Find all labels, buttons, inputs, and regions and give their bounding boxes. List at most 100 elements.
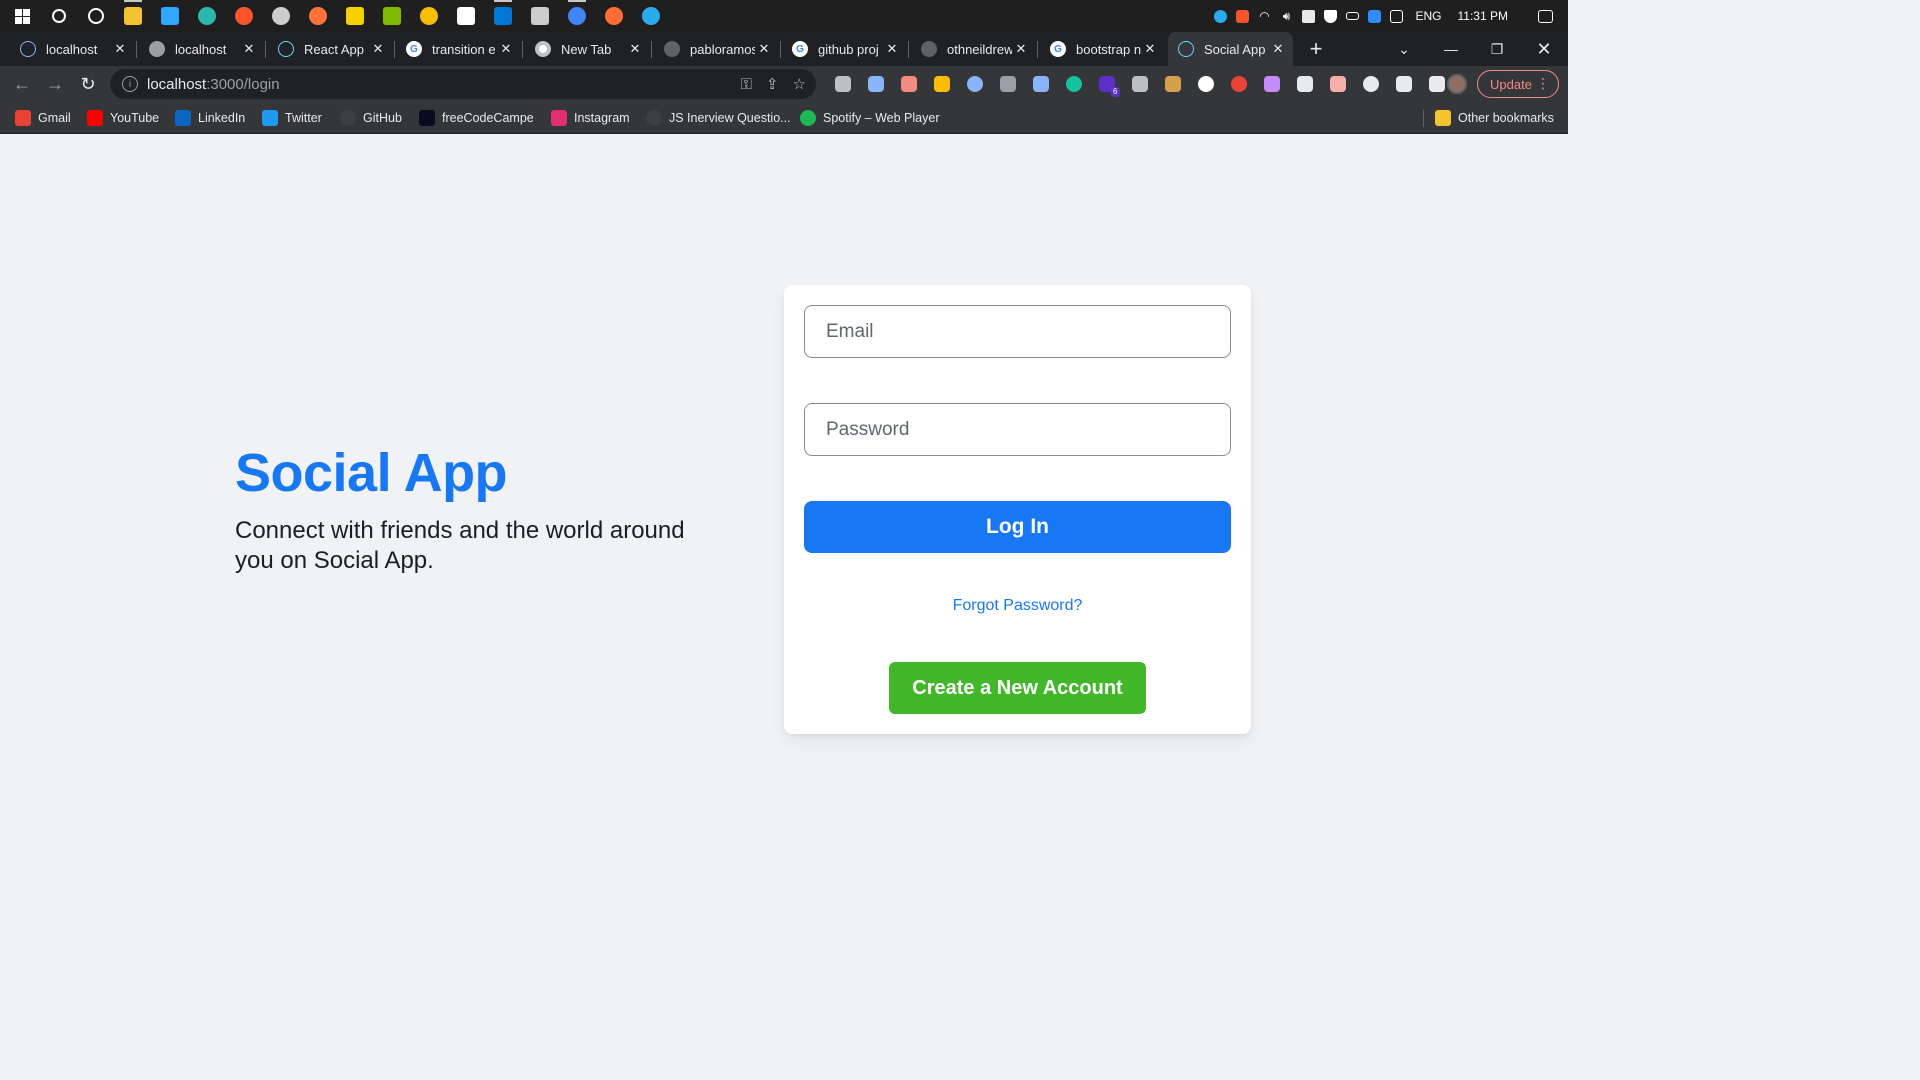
c-icon[interactable]: [958, 66, 991, 102]
grammarly-icon[interactable]: [1057, 66, 1090, 102]
bookmark-github[interactable]: GitHub: [340, 102, 402, 134]
email-input[interactable]: [804, 305, 1231, 358]
display-icon[interactable]: [1386, 0, 1408, 32]
telegram-tray-icon[interactable]: [1210, 0, 1232, 32]
chrome-icon[interactable]: [414, 0, 444, 32]
notion-icon[interactable]: [451, 0, 481, 32]
brave-tray-icon[interactable]: [1232, 0, 1254, 32]
tab-4[interactable]: New Tab ✕: [525, 32, 650, 66]
bookmark-js-inerview-questio[interactable]: JS Inerview Questio...: [646, 102, 791, 134]
calendar-icon[interactable]: [1321, 66, 1354, 102]
tab-6[interactable]: Ggithub proj ✕: [782, 32, 907, 66]
tab-0[interactable]: localhost ✕: [10, 32, 135, 66]
tab-1[interactable]: localhost ✕: [139, 32, 264, 66]
bookmark-linkedin[interactable]: LinkedIn: [175, 102, 245, 134]
tab-3[interactable]: Gtransition e ✕: [396, 32, 521, 66]
chrome-dev-icon[interactable]: [562, 0, 592, 32]
brave-icon[interactable]: [229, 0, 259, 32]
bookmark-gmail[interactable]: Gmail: [15, 102, 71, 134]
bookmark-twitter[interactable]: Twitter: [262, 102, 322, 134]
sticky-notes-icon[interactable]: [340, 0, 370, 32]
notifications-icon[interactable]: [1522, 0, 1568, 32]
share-icon[interactable]: ⇪: [766, 75, 779, 93]
tab-close-icon[interactable]: ✕: [1269, 41, 1287, 57]
password-input[interactable]: [804, 403, 1231, 456]
file-explorer-icon[interactable]: [118, 0, 148, 32]
tab-close-icon[interactable]: ✕: [111, 41, 129, 57]
minimize-button[interactable]: —: [1428, 32, 1474, 66]
slack-tray-icon[interactable]: [1298, 0, 1320, 32]
postman-icon[interactable]: [599, 0, 629, 32]
tab-close-icon[interactable]: ✕: [1141, 41, 1159, 57]
tab-close-icon[interactable]: ✕: [755, 41, 773, 57]
tab-8[interactable]: Gbootstrap n ✕: [1040, 32, 1165, 66]
forward-button[interactable]: →: [41, 70, 69, 98]
feather-icon[interactable]: [1255, 66, 1288, 102]
language-indicator[interactable]: ENG: [1416, 9, 1442, 23]
login-button[interactable]: Log In: [804, 501, 1231, 553]
bookmark-star-icon[interactable]: ☆: [793, 75, 806, 93]
tab-5[interactable]: pabloramos ✕: [654, 32, 779, 66]
tab-close-icon[interactable]: ✕: [1012, 41, 1030, 57]
camera-icon[interactable]: [826, 66, 859, 102]
site-info-icon[interactable]: i: [122, 76, 138, 92]
windows-taskbar: ◠ 🔊︎ ENG 11:31 PM: [0, 0, 1568, 32]
bookmark-freecodecampe[interactable]: freeCodeCampe: [419, 102, 534, 134]
edge-icon[interactable]: [192, 0, 222, 32]
wifi-icon[interactable]: ◠: [1254, 0, 1276, 32]
battery-icon[interactable]: [1342, 0, 1364, 32]
code-icon[interactable]: [892, 66, 925, 102]
cortana-icon[interactable]: [81, 0, 111, 32]
other-bookmarks[interactable]: Other bookmarks: [1435, 102, 1554, 134]
profile-avatar[interactable]: [1447, 74, 1467, 94]
extensions-puzzle-icon[interactable]: [1387, 66, 1420, 102]
obs-icon[interactable]: [266, 0, 296, 32]
red-hand-icon[interactable]: [1222, 66, 1255, 102]
tab-close-icon[interactable]: ✕: [883, 41, 901, 57]
notepad-icon[interactable]: [377, 0, 407, 32]
bookmark-youtube[interactable]: YouTube: [87, 102, 159, 134]
tab-7[interactable]: othneildrew ✕: [911, 32, 1036, 66]
tab-close-icon[interactable]: ✕: [626, 41, 644, 57]
tab-9[interactable]: Social App ✕: [1168, 32, 1293, 66]
update-button[interactable]: Update ⋮: [1477, 70, 1559, 98]
tab-search-icon[interactable]: ⌄: [1381, 32, 1427, 66]
reload-button[interactable]: ↻: [74, 70, 102, 98]
pen-icon[interactable]: [1024, 66, 1057, 102]
search-icon[interactable]: [44, 0, 74, 32]
telegram-icon[interactable]: [636, 0, 666, 32]
windows-start-icon[interactable]: [7, 0, 37, 32]
tab-close-icon[interactable]: ✕: [497, 41, 515, 57]
new-tab-button[interactable]: +: [1303, 32, 1329, 66]
droplet-icon[interactable]: [1288, 66, 1321, 102]
color-wheel-icon[interactable]: [925, 66, 958, 102]
zoom-tray-icon[interactable]: [1364, 0, 1386, 32]
defender-icon[interactable]: [1320, 0, 1342, 32]
forgot-password-link[interactable]: Forgot Password?: [784, 597, 1251, 615]
tab-close-icon[interactable]: ✕: [240, 41, 258, 57]
puzzle-badge-icon[interactable]: 6: [1090, 66, 1123, 102]
photoshop-icon[interactable]: [155, 0, 185, 32]
bottle-icon[interactable]: [991, 66, 1024, 102]
brand-title: Social App: [235, 443, 508, 503]
address-bar[interactable]: i localhost:3000/login ⚿ ⇪ ☆: [110, 69, 816, 99]
vscode-icon[interactable]: [488, 0, 518, 32]
n-icon[interactable]: [1156, 66, 1189, 102]
bookmark-instagram[interactable]: Instagram: [551, 102, 630, 134]
restore-button[interactable]: ❐: [1474, 32, 1520, 66]
terminal-icon[interactable]: [525, 0, 555, 32]
create-account-button[interactable]: Create a New Account: [889, 662, 1146, 714]
key-icon[interactable]: ⚿: [741, 76, 752, 93]
download-icon[interactable]: [859, 66, 892, 102]
font-icon[interactable]: [1123, 66, 1156, 102]
bookmark-spotify-web-player[interactable]: Spotify – Web Player: [800, 102, 940, 134]
target-icon[interactable]: [1354, 66, 1387, 102]
back-button[interactable]: ←: [8, 70, 36, 98]
tab-2[interactable]: React App ✕: [268, 32, 393, 66]
firefox-icon[interactable]: [303, 0, 333, 32]
circle-icon[interactable]: [1189, 66, 1222, 102]
close-window-button[interactable]: ✕: [1521, 32, 1567, 66]
volume-icon[interactable]: 🔊︎: [1276, 0, 1298, 32]
tab-close-icon[interactable]: ✕: [369, 41, 387, 57]
clock[interactable]: 11:31 PM: [1458, 9, 1508, 23]
